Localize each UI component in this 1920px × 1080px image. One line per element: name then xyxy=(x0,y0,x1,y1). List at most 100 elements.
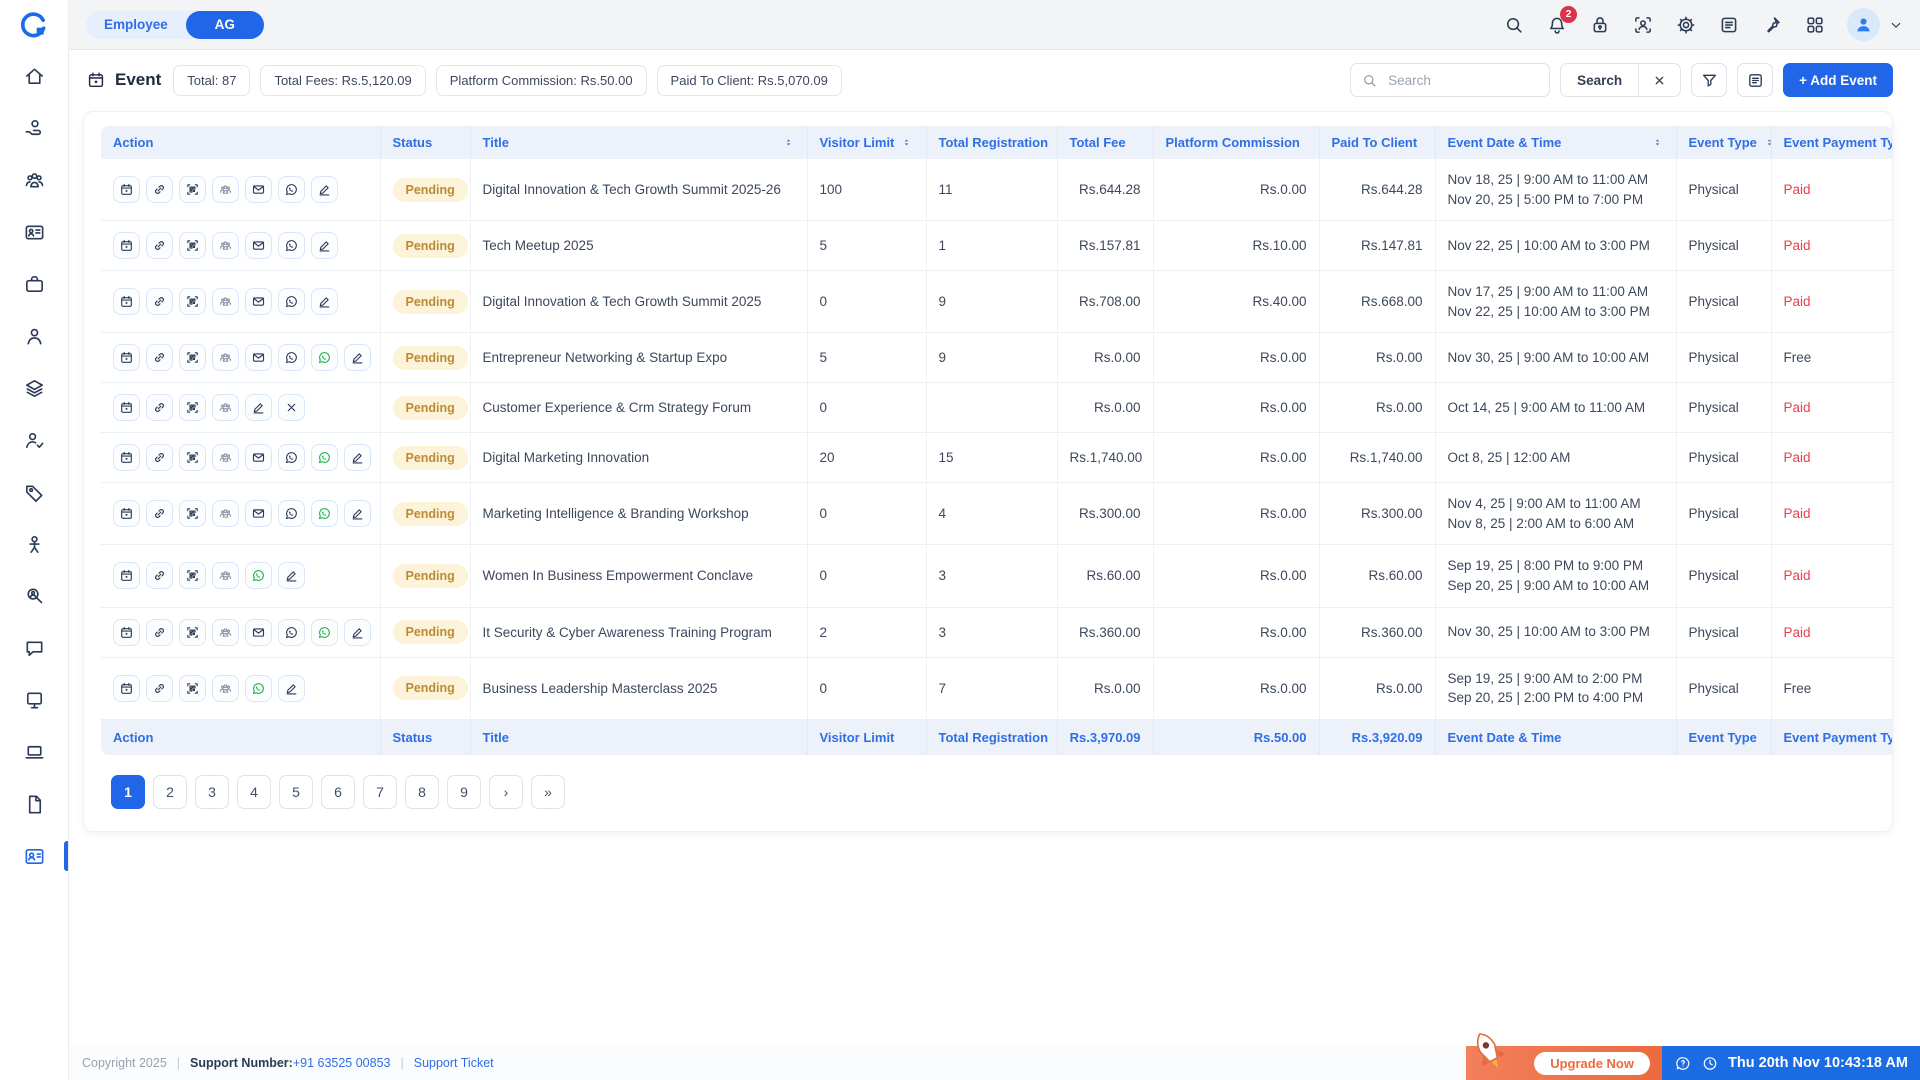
edit-action-button[interactable] xyxy=(344,500,371,528)
gear-button[interactable] xyxy=(1675,14,1697,36)
page-button-»[interactable]: » xyxy=(531,774,565,809)
page-button-›[interactable]: › xyxy=(489,774,523,809)
whatsapp-action-button[interactable] xyxy=(278,344,305,372)
page-button-3[interactable]: 3 xyxy=(195,774,229,809)
toggle-ag[interactable]: AG xyxy=(185,10,264,39)
edit-action-button[interactable] xyxy=(278,562,305,590)
link-action-button[interactable] xyxy=(146,394,173,422)
group-action-button[interactable] xyxy=(212,176,239,204)
qr-action-button[interactable] xyxy=(179,674,206,702)
calendar-action-button[interactable] xyxy=(113,674,140,702)
table-scroll-area[interactable]: Action Status Title Visitor Limit Total … xyxy=(101,126,1892,755)
whatsapp-green-action-button[interactable] xyxy=(311,344,338,372)
toggle-employee[interactable]: Employee xyxy=(86,17,186,32)
page-button-7[interactable]: 7 xyxy=(363,774,397,809)
help-chat-icon[interactable] xyxy=(1674,1054,1692,1073)
page-button-2[interactable]: 2 xyxy=(153,774,187,809)
group-action-button[interactable] xyxy=(212,344,239,372)
edit-action-button[interactable] xyxy=(311,288,338,316)
group-action-button[interactable] xyxy=(212,444,239,472)
app-logo[interactable] xyxy=(0,0,68,50)
clear-search-button[interactable] xyxy=(1638,64,1680,96)
search-button[interactable] xyxy=(1503,14,1525,36)
calendar-action-button[interactable] xyxy=(113,562,140,590)
link-action-button[interactable] xyxy=(146,500,173,528)
calendar-action-button[interactable] xyxy=(113,344,140,372)
whatsapp-green-action-button[interactable] xyxy=(311,618,338,646)
group-action-button[interactable] xyxy=(212,394,239,422)
sidebar-item-home[interactable] xyxy=(0,50,68,102)
column-header[interactable]: Event Date & Time xyxy=(1435,126,1677,159)
qr-action-button[interactable] xyxy=(179,176,206,204)
whatsapp-action-button[interactable] xyxy=(278,288,305,316)
search-input[interactable] xyxy=(1386,71,1540,89)
mail-action-button[interactable] xyxy=(245,618,272,646)
page-button-6[interactable]: 6 xyxy=(321,774,355,809)
sidebar-item-user[interactable] xyxy=(0,310,68,362)
calendar-action-button[interactable] xyxy=(113,176,140,204)
whatsapp-green-action-button[interactable] xyxy=(311,500,338,528)
whatsapp-green-action-button[interactable] xyxy=(245,562,272,590)
whatsapp-action-button[interactable] xyxy=(278,618,305,646)
bell-button[interactable]: 2 xyxy=(1546,5,1577,36)
calendar-action-button[interactable] xyxy=(113,500,140,528)
mail-action-button[interactable] xyxy=(245,344,272,372)
group-action-button[interactable] xyxy=(212,232,239,260)
link-action-button[interactable] xyxy=(146,444,173,472)
edit-action-button[interactable] xyxy=(344,618,371,646)
user-menu[interactable] xyxy=(1847,8,1904,41)
qr-action-button[interactable] xyxy=(179,500,206,528)
link-action-button[interactable] xyxy=(146,232,173,260)
edit-action-button[interactable] xyxy=(311,176,338,204)
whatsapp-green-action-button[interactable] xyxy=(311,444,338,472)
qr-action-button[interactable] xyxy=(179,562,206,590)
qr-action-button[interactable] xyxy=(179,344,206,372)
page-button-8[interactable]: 8 xyxy=(405,774,439,809)
chevron-down-icon[interactable] xyxy=(1888,17,1904,33)
edit-action-button[interactable] xyxy=(245,394,272,422)
calendar-action-button[interactable] xyxy=(113,618,140,646)
sidebar-item-document[interactable] xyxy=(0,778,68,830)
calendar-action-button[interactable] xyxy=(113,288,140,316)
calendar-action-button[interactable] xyxy=(113,232,140,260)
edit-action-button[interactable] xyxy=(344,344,371,372)
calendar-action-button[interactable] xyxy=(113,394,140,422)
group-action-button[interactable] xyxy=(212,618,239,646)
search-field[interactable] xyxy=(1350,63,1551,97)
support-ticket-link[interactable]: Support Ticket xyxy=(414,1056,494,1070)
link-action-button[interactable] xyxy=(146,674,173,702)
sidebar-item-person[interactable] xyxy=(0,518,68,570)
edit-action-button[interactable] xyxy=(344,444,371,472)
search-button[interactable]: Search xyxy=(1561,64,1638,96)
note-button[interactable] xyxy=(1718,14,1740,36)
mail-action-button[interactable] xyxy=(245,176,272,204)
mail-action-button[interactable] xyxy=(245,500,272,528)
calendar-action-button[interactable] xyxy=(113,444,140,472)
column-header[interactable]: Title xyxy=(470,126,808,159)
sidebar-item-payments[interactable] xyxy=(0,102,68,154)
page-button-5[interactable]: 5 xyxy=(279,774,313,809)
whatsapp-green-action-button[interactable] xyxy=(245,674,272,702)
lock-button[interactable] xyxy=(1589,14,1611,36)
qr-action-button[interactable] xyxy=(179,444,206,472)
sidebar-item-id-card[interactable] xyxy=(0,206,68,258)
upgrade-now-button[interactable]: Upgrade Now xyxy=(1534,1051,1650,1075)
link-action-button[interactable] xyxy=(146,562,173,590)
group-action-button[interactable] xyxy=(212,674,239,702)
filter-button[interactable] xyxy=(1691,63,1728,97)
edit-action-button[interactable] xyxy=(311,232,338,260)
whatsapp-action-button[interactable] xyxy=(278,500,305,528)
qr-action-button[interactable] xyxy=(179,288,206,316)
close-action-button[interactable] xyxy=(278,394,305,422)
page-button-1[interactable]: 1 xyxy=(111,774,145,809)
link-action-button[interactable] xyxy=(146,618,173,646)
mail-action-button[interactable] xyxy=(245,232,272,260)
mail-action-button[interactable] xyxy=(245,444,272,472)
whatsapp-action-button[interactable] xyxy=(278,444,305,472)
qr-action-button[interactable] xyxy=(179,618,206,646)
column-header[interactable]: Total Registration xyxy=(926,126,1058,159)
notes-button[interactable] xyxy=(1737,63,1774,97)
column-header[interactable]: Visitor Limit xyxy=(807,126,927,159)
link-action-button[interactable] xyxy=(146,288,173,316)
whatsapp-action-button[interactable] xyxy=(278,176,305,204)
